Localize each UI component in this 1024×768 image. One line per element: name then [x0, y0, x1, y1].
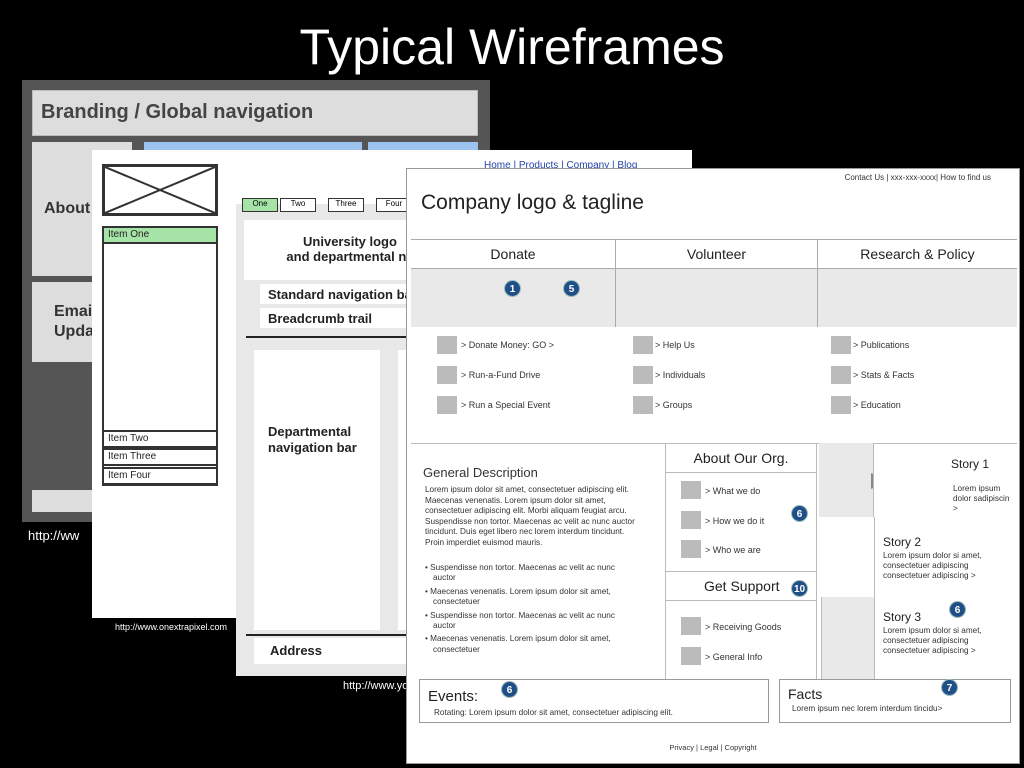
tab-two[interactable]: Two: [280, 198, 316, 212]
branding-global-nav: Branding / Global navigation: [32, 90, 478, 136]
bullet-item: • Maecenas venenatis. Lorem ipsum dolor …: [425, 634, 611, 654]
link-item[interactable]: > Run-a-Fund Drive: [461, 370, 540, 380]
wf3-url: http://www.yo: [343, 680, 409, 692]
events-text: Rotating: Lorem ipsum dolor sit amet, co…: [434, 708, 673, 717]
thumb-icon: [437, 396, 457, 414]
thumb-icon: [633, 336, 653, 354]
about-column: [665, 443, 817, 679]
link-item[interactable]: > Receiving Goods: [705, 622, 781, 632]
thumb-icon: [633, 366, 653, 384]
gray-block: [817, 269, 1017, 327]
thumb-icon: [437, 336, 457, 354]
link-item[interactable]: > What we do: [705, 486, 760, 496]
dept-line-2: navigation bar: [268, 440, 357, 455]
number-badge: 1: [504, 280, 521, 297]
story-3-text: Lorem ipsum dolor si amet, consectetuer …: [883, 626, 982, 655]
story-2-title[interactable]: Story 2: [883, 535, 921, 549]
list-item[interactable]: Item Two: [102, 430, 218, 448]
thumb-icon: [681, 647, 701, 665]
story-1-title[interactable]: Story 1: [951, 457, 989, 471]
main-nav: Donate Volunteer Research & Policy: [411, 239, 1017, 269]
number-badge: 6: [501, 681, 518, 698]
link-item[interactable]: > Individuals: [655, 370, 705, 380]
number-badge: 5: [563, 280, 580, 297]
number-badge: 7: [941, 679, 958, 696]
general-description-text: Lorem ipsum dolor sit amet, consectetuer…: [425, 485, 635, 547]
list-item[interactable]: Item Four: [102, 467, 218, 485]
events-title: Events:: [428, 688, 479, 705]
wireframe-4: Contact Us | xxx-xxx-xxxx| How to find u…: [406, 168, 1020, 764]
nav-volunteer[interactable]: Volunteer: [615, 240, 817, 268]
facts-box: Facts Lorem ipsum nec lorem interdum tin…: [779, 679, 1011, 723]
thumb-icon: [681, 540, 701, 558]
about-title[interactable]: About Our Org.: [665, 443, 817, 473]
link-item[interactable]: > Help Us: [655, 340, 695, 350]
link-item[interactable]: > Groups: [655, 400, 692, 410]
link-item[interactable]: > General Info: [705, 652, 762, 662]
utility-links[interactable]: Contact Us | xxx-xxx-xxxx| How to find u…: [845, 173, 991, 182]
story-1-text: Lorem ipsum dolor sadipiscin >: [953, 484, 1010, 513]
gray-block: [615, 269, 817, 327]
list-item[interactable]: Item Three: [102, 448, 218, 466]
link-item[interactable]: > Who we are: [705, 545, 761, 555]
link-item[interactable]: > Education: [853, 400, 901, 410]
thumb-icon: [437, 366, 457, 384]
thumb-icon: [633, 396, 653, 414]
bullet-item: • Suspendisse non tortor. Maecenas ac ve…: [425, 610, 615, 631]
tab-one[interactable]: One: [242, 198, 278, 212]
slide-title: Typical Wireframes: [299, 19, 725, 75]
story-2-text: Lorem ipsum dolor si amet, consectetuer …: [883, 551, 982, 580]
company-logo-tagline: Company logo & tagline: [421, 191, 644, 214]
dropdown-area: [411, 269, 1017, 327]
list-item[interactable]: Item One: [102, 226, 218, 244]
link-item[interactable]: > Publications: [853, 340, 909, 350]
tab-three[interactable]: Three: [328, 198, 364, 212]
number-badge: 6: [791, 505, 808, 522]
bullet-item: • Suspendisse non tortor. Maecenas ac ve…: [425, 563, 615, 583]
number-badge: 6: [949, 601, 966, 618]
events-box: Events: Rotating: Lorem ipsum dolor sit …: [419, 679, 769, 723]
thumb-icon: [831, 396, 851, 414]
facts-text: Lorem ipsum nec lorem interdum tincidu>: [792, 704, 943, 713]
dept-line-1: Departmental: [268, 424, 352, 439]
link-item[interactable]: > Run a Special Event: [461, 400, 550, 410]
divider: [873, 443, 874, 517]
thumb-icon: [681, 481, 701, 499]
thumb-icon: [681, 511, 701, 529]
thumb-icon: [831, 336, 851, 354]
number-badge: 10: [791, 580, 808, 597]
wf2-url: http://www.onextrapixel.com: [115, 622, 228, 632]
gray-block: [411, 269, 615, 327]
link-item[interactable]: > Stats & Facts: [853, 370, 914, 380]
bullet-item: • Maecenas venenatis. Lorem ipsum dolor …: [425, 586, 611, 607]
link-item[interactable]: > Donate Money: GO >: [461, 340, 554, 350]
facts-title: Facts: [788, 686, 823, 702]
departmental-nav: Departmental navigation bar: [254, 350, 380, 630]
nav-research-policy[interactable]: Research & Policy: [817, 240, 1017, 268]
bullet-list: • Suspendisse non tortor. Maecenas ac ve…: [425, 563, 635, 658]
story-3-title[interactable]: Story 3: [883, 610, 921, 624]
link-item[interactable]: > How we do it: [705, 516, 764, 526]
image-placeholder: [102, 164, 218, 216]
nav-donate[interactable]: Donate: [411, 240, 615, 268]
thumb-icon: [831, 366, 851, 384]
wf1-url: http://ww: [28, 528, 80, 543]
play-icon[interactable]: [819, 443, 889, 517]
footer-links[interactable]: Privacy | Legal | Copyright: [407, 743, 1019, 752]
thumb-icon: [681, 617, 701, 635]
story-gutter-top: [821, 517, 875, 597]
general-description-title: General Description: [423, 465, 538, 480]
